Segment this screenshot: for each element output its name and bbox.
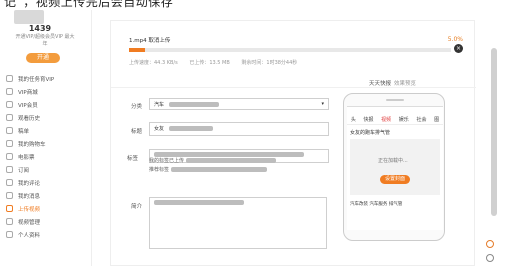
phone-screen: 头 快报 视频 娱乐 社会 图 女友的跑车排气管 正在加载中... 设置封面 汽…	[347, 106, 443, 230]
sidebar-item-label: VIP商城	[18, 89, 38, 96]
target-icon[interactable]	[486, 240, 494, 248]
progress-track	[129, 48, 451, 52]
category-select[interactable]: 汽车 ▾	[149, 98, 329, 110]
vip-note-line2: 年	[42, 41, 48, 47]
link-icon[interactable]	[486, 254, 494, 262]
cart-icon	[6, 140, 13, 147]
phone-video-title: 女友的跑车排气管	[350, 130, 391, 136]
history-icon	[6, 114, 13, 121]
sidebar-item-label: 稿单	[18, 128, 30, 135]
divider	[111, 87, 476, 88]
close-icon[interactable]: ×	[454, 44, 463, 53]
sidebar-item-subscribe[interactable]: 订阅	[6, 163, 86, 176]
phone-tab[interactable]: 图	[434, 116, 439, 123]
sidebar-item-label: VIP会员	[18, 102, 38, 109]
manage-icon	[6, 218, 13, 225]
preview-title-main: 天天快报	[369, 81, 392, 87]
sidebar-item-label: 订阅	[18, 167, 30, 174]
message-icon	[6, 192, 13, 199]
sidebar-item-history[interactable]: 观看历史	[6, 111, 86, 124]
redacted-text	[154, 200, 244, 205]
sidebar-item-upload[interactable]: 上传视频	[6, 202, 86, 215]
phone-tabs: 头 快报 视频 娱乐 社会 图	[347, 115, 443, 125]
sidebar-menu: 我的任务育VIP VIP商城 VIP会员 观看历史 稿单 我的购物车 电影票 订…	[6, 72, 86, 241]
main-panel: 1.mp4 取消上传 5.0% × 上传速度：44.3 KB/s 已上传：13.…	[110, 20, 476, 266]
phone-bottom-tags: 汽车改装 汽车服务 排气管	[350, 202, 403, 207]
sidebar-item-label: 电影票	[18, 154, 35, 161]
title-label: 标题	[131, 129, 143, 135]
sidebar-item-label: 我的购物车	[18, 141, 46, 148]
vip-note: 开通VIP/超级会员VIP 最大 年	[2, 34, 88, 48]
sidebar-item-label: 视频管理	[18, 219, 41, 226]
preview-title-sub: 效果预览	[394, 81, 417, 87]
upload-icon	[6, 205, 13, 212]
sidebar-item-comments[interactable]: 我的评论	[6, 176, 86, 189]
intro-label: 简介	[131, 204, 143, 210]
scrollbar[interactable]	[491, 48, 497, 216]
category-value: 汽车	[154, 102, 165, 108]
sidebar-item-cart[interactable]: 我的购物车	[6, 137, 86, 150]
tags-label: 标签	[127, 156, 139, 162]
sidebar-item-list[interactable]: 稿单	[6, 124, 86, 137]
loading-text: 正在加载中...	[378, 158, 408, 164]
set-cover-button[interactable]: 设置封面	[380, 175, 410, 184]
uploaded-size: 已上传：13.5 MB	[189, 60, 230, 66]
list-icon	[6, 127, 13, 134]
sidebar: 1439 开通VIP/超级会员VIP 最大 年 开通 我的任务育VIP VIP商…	[0, 10, 92, 266]
tag-hints: 我的标签已上传 推荐标签	[149, 157, 276, 175]
vip-note-line1: 开通VIP/超级会员VIP 最大	[15, 34, 75, 40]
sidebar-item-tasks[interactable]: 我的任务育VIP	[6, 72, 86, 85]
profile-icon	[6, 231, 13, 238]
comment-icon	[6, 179, 13, 186]
title-value: 女友	[154, 126, 165, 132]
task-icon	[6, 75, 13, 82]
redacted-text	[168, 102, 219, 107]
title-input[interactable]: 女友	[149, 122, 329, 136]
upload-file-label[interactable]: 1.mp4 取消上传	[129, 36, 170, 44]
progress-fill	[129, 48, 146, 52]
phone-preview: 头 快报 视频 娱乐 社会 图 女友的跑车排气管 正在加载中... 设置封面 汽…	[343, 93, 445, 241]
sidebar-item-messages[interactable]: 我的消息	[6, 189, 86, 202]
redacted-text	[185, 158, 276, 163]
sidebar-item-manage[interactable]: 视频管理	[6, 215, 86, 228]
chevron-down-icon: ▾	[321, 101, 324, 107]
redacted-text	[170, 167, 267, 172]
shop-icon	[6, 88, 13, 95]
top-caption: 记”，视频上传完后会自动保存	[4, 0, 174, 9]
phone-tab[interactable]: 娱乐	[399, 116, 409, 123]
upload-percent: 5.0%	[447, 36, 463, 43]
sidebar-item-tickets[interactable]: 电影票	[6, 150, 86, 163]
intro-textarea[interactable]	[149, 197, 327, 249]
phone-tab[interactable]: 快报	[363, 116, 373, 123]
sidebar-item-vip-shop[interactable]: VIP商城	[6, 85, 86, 98]
category-label: 分类	[131, 104, 143, 110]
sidebar-item-label: 上传视频	[18, 206, 41, 213]
sidebar-item-profile[interactable]: 个人资料	[6, 228, 86, 241]
avatar[interactable]	[14, 10, 44, 24]
upload-progress-panel: 1.mp4 取消上传 5.0% × 上传速度：44.3 KB/s 已上传：13.…	[129, 31, 469, 83]
subscribe-icon	[6, 166, 13, 173]
sidebar-item-label: 我的消息	[18, 193, 41, 200]
open-vip-button[interactable]: 开通	[26, 53, 60, 63]
phone-tab[interactable]: 社会	[416, 116, 426, 123]
phone-video-area: 正在加载中... 设置封面	[350, 139, 440, 195]
sidebar-item-label: 我的评论	[18, 180, 41, 187]
sidebar-item-vip[interactable]: VIP会员	[6, 98, 86, 111]
phone-notch	[386, 99, 404, 101]
ticket-icon	[6, 153, 13, 160]
user-count: 1439	[28, 24, 52, 33]
hint-line2: 推荐标签	[149, 167, 170, 173]
remaining-time: 剩余时间：1时38分44秒	[241, 60, 298, 66]
redacted-text	[168, 126, 213, 131]
sidebar-item-label: 我的任务育VIP	[18, 76, 55, 83]
upload-speed: 上传速度：44.3 KB/s	[129, 60, 178, 66]
upload-stats: 上传速度：44.3 KB/s 已上传：13.5 MB 剩余时间：1时38分44秒	[129, 59, 307, 66]
phone-tab-active[interactable]: 视频	[381, 116, 391, 123]
sidebar-item-label: 观看历史	[18, 115, 41, 122]
phone-tab[interactable]: 头	[351, 116, 356, 123]
preview-title: 天天快报 效果预览	[369, 79, 416, 87]
sidebar-item-label: 个人资料	[18, 232, 41, 239]
vip-icon	[6, 101, 13, 108]
hint-line1: 我的标签已上传	[149, 158, 185, 164]
